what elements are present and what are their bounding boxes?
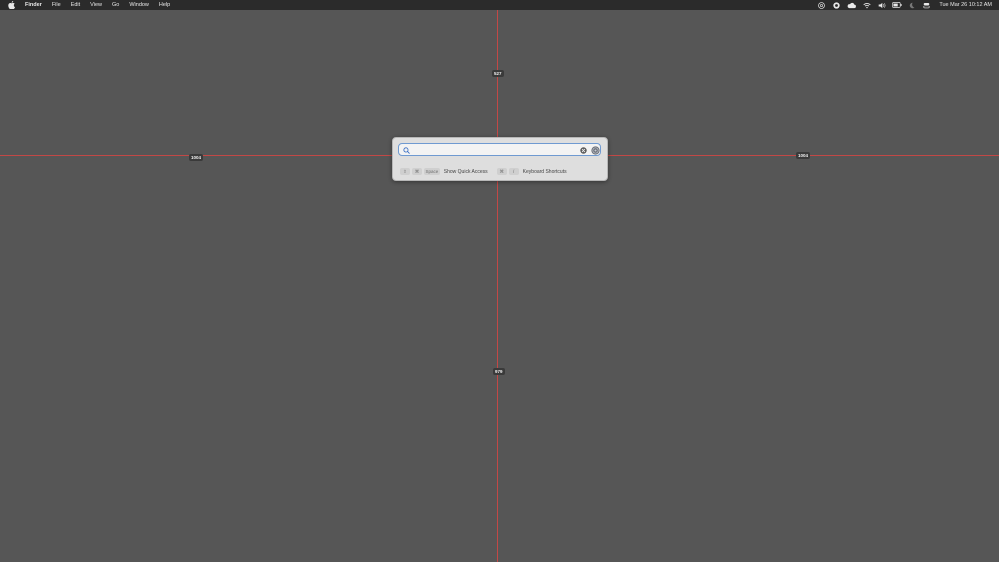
apple-menu-icon[interactable]	[6, 0, 16, 10]
volume-icon[interactable]	[876, 0, 887, 10]
bottom-distance-label: 979	[493, 368, 505, 375]
shift-key-badge: ⇧	[400, 168, 410, 175]
menu-edit[interactable]: Edit	[66, 0, 85, 10]
right-distance-label: 1004	[796, 152, 811, 159]
chat-icon[interactable]	[831, 0, 842, 10]
search-input[interactable]	[413, 144, 573, 155]
wifi-icon[interactable]	[861, 0, 872, 10]
battery-icon[interactable]	[891, 0, 902, 10]
cloud-icon[interactable]	[846, 0, 857, 10]
search-field[interactable]	[398, 143, 601, 156]
menu-bar: Finder File Edit View Go Window Help Tue…	[0, 0, 999, 10]
menu-file[interactable]: File	[47, 0, 66, 10]
menu-view[interactable]: View	[85, 0, 107, 10]
user-avatar-icon[interactable]	[591, 145, 600, 155]
at-icon[interactable]	[816, 0, 827, 10]
search-icon	[403, 146, 410, 154]
clear-icon[interactable]	[580, 146, 587, 154]
left-distance-label: 1004	[189, 154, 204, 161]
keyboard-shortcuts-label: Keyboard Shortcuts	[522, 168, 567, 175]
quick-access-panel: ⇧ ⌘ Space Show Quick Access ⌘ / Keyboard…	[392, 137, 608, 181]
menu-app-name[interactable]: Finder	[20, 0, 47, 10]
moon-icon[interactable]	[906, 0, 917, 10]
show-quick-access-label: Show Quick Access	[443, 168, 488, 175]
menu-window[interactable]: Window	[124, 0, 154, 10]
command-key-badge: ⌘	[412, 168, 422, 175]
vertical-guide-line	[497, 10, 498, 562]
command-key-badge-2: ⌘	[496, 168, 507, 175]
top-distance-label: 527	[492, 70, 504, 77]
menu-go[interactable]: Go	[107, 0, 124, 10]
shortcut-hints: ⇧ ⌘ Space Show Quick Access ⌘ / Keyboard…	[400, 168, 572, 175]
slash-key-badge: /	[508, 168, 519, 175]
menu-clock[interactable]: Tue Mar 26 10:12 AM	[939, 2, 992, 8]
control-center-icon[interactable]	[921, 0, 932, 10]
menu-help[interactable]: Help	[154, 0, 175, 10]
space-key-badge: Space	[424, 168, 440, 175]
